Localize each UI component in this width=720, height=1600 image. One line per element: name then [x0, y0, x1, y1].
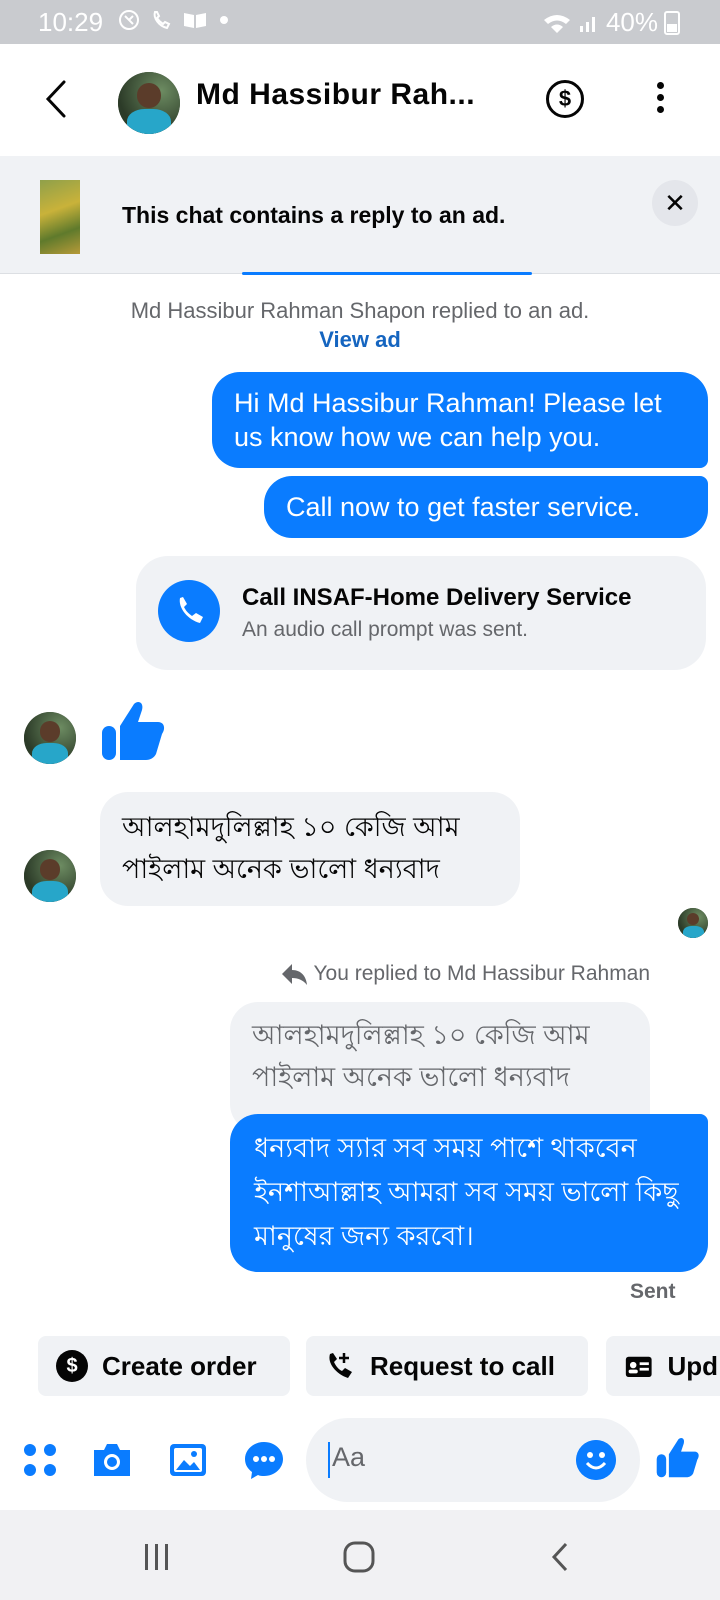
menu-dots-icon[interactable]: [18, 1438, 62, 1482]
message-customer[interactable]: আলহামদুলিল্লাহ ১০ কেজি আম পাইলাম অনেক ভা…: [100, 792, 520, 906]
system-nav-bar: [0, 1510, 720, 1600]
battery-icon: [664, 10, 680, 35]
message-reply[interactable]: ধন্যবাদ স্যার সব সময় পাশে থাকবেন ইনশাআল…: [230, 1114, 708, 1272]
more-icon[interactable]: [650, 82, 670, 122]
status-bar: 10:29 40%: [0, 0, 720, 44]
back-icon[interactable]: [36, 74, 76, 124]
ad-reply-notice: Md Hassibur Rahman Shapon replied to an …: [120, 296, 600, 354]
call-status-icon: [153, 11, 171, 30]
battery-text: 40%: [605, 7, 658, 37]
request-call-button[interactable]: Request to call: [306, 1336, 588, 1396]
thumbs-up-icon[interactable]: [654, 1434, 700, 1480]
status-icons: [118, 9, 230, 31]
close-icon[interactable]: ✕: [652, 180, 698, 226]
system-back-icon[interactable]: [548, 1540, 572, 1574]
seen-avatar: [678, 908, 708, 938]
notice-text: Md Hassibur Rahman Shapon replied to an …: [130, 298, 590, 323]
composer: Aa: [0, 1410, 720, 1510]
update-label: Upd: [667, 1350, 718, 1381]
status-time: 10:29: [38, 7, 104, 37]
message-call-now[interactable]: Call now to get faster service.: [264, 476, 708, 538]
phone-icon: [158, 580, 220, 642]
reply-label: You replied to Md Hassibur Rahman: [280, 962, 650, 986]
thumbs-up-icon[interactable]: [98, 696, 166, 764]
recent-apps-icon[interactable]: [142, 1540, 172, 1574]
phone-plus-icon: [329, 1353, 352, 1378]
signal-icon: [579, 16, 595, 32]
avatar[interactable]: [24, 850, 76, 902]
dollar-icon[interactable]: $: [546, 80, 584, 118]
update-button[interactable]: Upd: [606, 1336, 720, 1396]
scroll-indicator: [242, 272, 532, 275]
chat-bubble-icon[interactable]: [242, 1438, 286, 1482]
message-input[interactable]: Aa: [306, 1418, 640, 1502]
sent-status: Sent: [630, 1280, 676, 1303]
book-icon: [184, 13, 206, 28]
request-call-label: Request to call: [370, 1350, 555, 1381]
home-icon[interactable]: [342, 1540, 376, 1574]
message-placeholder: Aa: [332, 1442, 366, 1472]
view-ad-link[interactable]: View ad: [319, 327, 401, 352]
avatar[interactable]: [24, 712, 76, 764]
dot-icon: [220, 16, 228, 24]
create-order-label: Create order: [102, 1350, 257, 1381]
text-caret: [328, 1442, 330, 1478]
emoji-icon[interactable]: [576, 1440, 616, 1480]
call-card-subtitle: An audio call prompt was sent.: [242, 618, 528, 641]
avatar[interactable]: [118, 72, 180, 134]
reply-arrow-icon: [282, 964, 307, 986]
gallery-icon[interactable]: [166, 1438, 210, 1482]
call-prompt-card[interactable]: Call INSAF-Home Delivery Service An audi…: [136, 556, 706, 670]
quoted-message[interactable]: আলহামদুলিল্লাহ ১০ কেজি আম পাইলাম অনেক ভা…: [230, 1002, 650, 1132]
call-card-title: Call INSAF-Home Delivery Service: [242, 584, 632, 611]
ad-banner-text: This chat contains a reply to an ad.: [122, 202, 506, 228]
dollar-icon: $: [56, 1350, 88, 1382]
status-right: 40%: [542, 7, 680, 38]
message-greeting[interactable]: Hi Md Hassibur Rahman! Please let us kno…: [212, 372, 708, 468]
contact-card-icon: [625, 1356, 652, 1378]
chat-header: Md Hassibur Rah... $: [0, 44, 720, 156]
ad-banner: This chat contains a reply to an ad. ✕: [0, 156, 720, 274]
reply-label-text: You replied to Md Hassibur Rahman: [313, 962, 651, 985]
ad-thumbnail[interactable]: [40, 180, 80, 254]
create-order-button[interactable]: $ Create order: [38, 1336, 290, 1396]
app-indicator-icon: [119, 10, 139, 30]
contact-name[interactable]: Md Hassibur Rah...: [196, 78, 475, 112]
wifi-icon: [543, 14, 570, 33]
camera-icon[interactable]: [90, 1438, 134, 1482]
